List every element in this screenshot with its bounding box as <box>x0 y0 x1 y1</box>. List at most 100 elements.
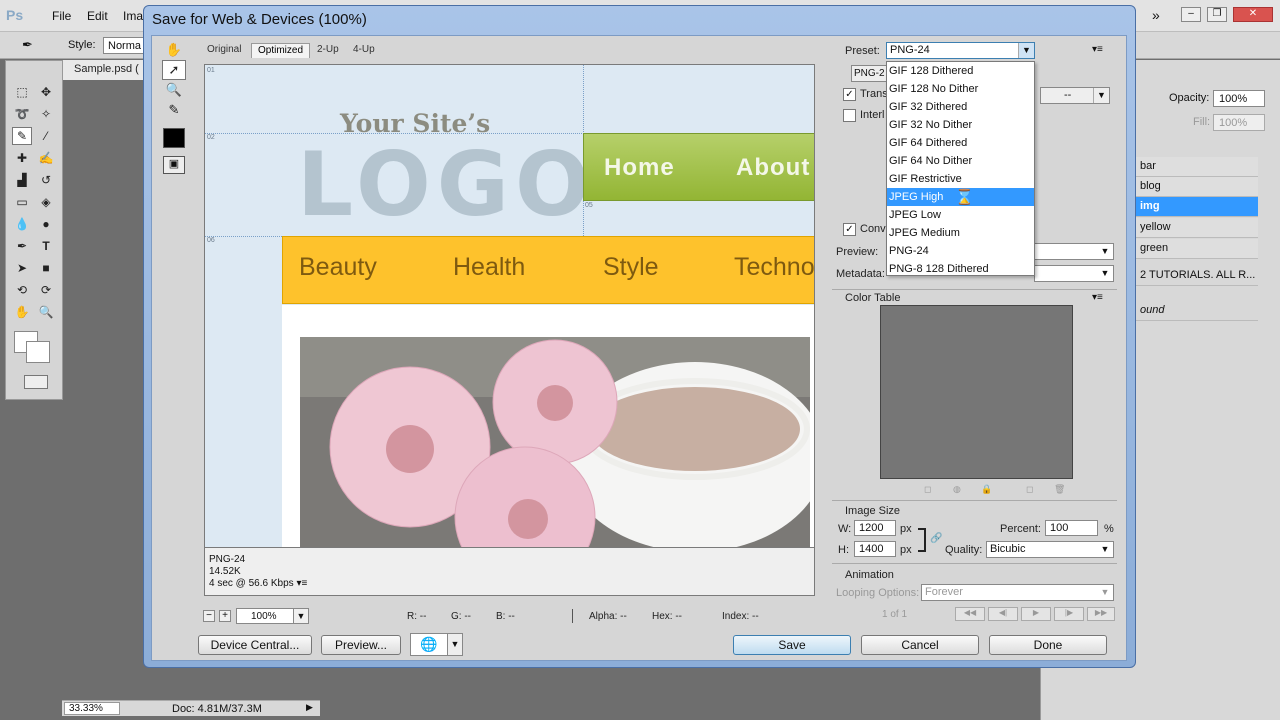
link-icon[interactable]: 🔗 <box>930 533 942 544</box>
preview-mode-select[interactable]: ▼ <box>1034 243 1114 260</box>
layer-row[interactable]: green <box>1130 239 1258 259</box>
browser-dropdown-icon[interactable]: ▼ <box>447 633 463 656</box>
menu-image[interactable]: Ima <box>123 9 143 23</box>
history-brush-icon[interactable]: ↺ <box>36 171 56 189</box>
delete-color-icon[interactable]: 🗑 <box>1054 484 1065 495</box>
opacity-field[interactable]: 100% <box>1213 90 1265 107</box>
preview-mode-dropdown-icon[interactable]: ▼ <box>1097 244 1113 259</box>
paint-bucket-icon[interactable]: ◈ <box>36 193 56 211</box>
eraser-tool-icon[interactable]: ▭ <box>12 193 32 211</box>
tab-optimized[interactable]: Optimized <box>251 43 311 58</box>
fill-field[interactable]: 100% <box>1213 114 1265 131</box>
interlaced-checkbox[interactable] <box>843 109 856 122</box>
preset-option[interactable]: GIF 32 No Dither <box>887 116 1034 134</box>
zoom-dropdown-icon[interactable]: ▼ <box>293 608 309 624</box>
device-central-button[interactable]: Device Central... <box>198 635 312 655</box>
expand-icon[interactable]: » <box>1152 7 1160 23</box>
preset-option[interactable]: GIF 32 Dithered <box>887 98 1034 116</box>
type-tool-icon[interactable]: T <box>36 237 56 255</box>
3d-orbit-icon[interactable]: ⟳ <box>36 281 56 299</box>
quality-dropdown-icon[interactable]: ▼ <box>1097 542 1113 557</box>
matte-select[interactable]: -- ▼ <box>1040 87 1110 104</box>
save-button[interactable]: Save <box>733 635 851 655</box>
play-icon[interactable]: ▶ <box>1021 607 1051 621</box>
status-arrow-icon[interactable]: ▶ <box>306 702 313 713</box>
style-select[interactable]: Norma <box>103 37 147 54</box>
matte-dropdown-icon[interactable]: ▼ <box>1093 88 1109 103</box>
quality-select[interactable]: Bicubic ▼ <box>986 541 1114 558</box>
hand-tool-icon[interactable]: ✋ <box>162 40 186 60</box>
preset-option[interactable]: GIF 64 Dithered <box>887 134 1034 152</box>
dodge-tool-icon[interactable]: ● <box>36 215 56 233</box>
menu-edit[interactable]: Edit <box>87 9 108 23</box>
map-transparent-icon[interactable]: ◻ <box>924 484 931 495</box>
layer-row[interactable]: blog <box>1130 177 1258 197</box>
preset-select[interactable]: PNG-24 ▼ <box>886 42 1035 59</box>
transparency-checkbox[interactable]: ✓ <box>843 88 856 101</box>
shape-tool-icon[interactable]: ■ <box>36 259 56 277</box>
brush-tool-icon[interactable]: ✍ <box>36 149 56 167</box>
menu-file[interactable]: File <box>52 9 71 23</box>
layer-row[interactable]: bar <box>1130 157 1258 177</box>
document-tab[interactable]: Sample.psd ( <box>62 60 147 80</box>
eyedropper-icon[interactable]: ✎ <box>162 100 186 120</box>
preset-option[interactable]: GIF 128 Dithered <box>887 62 1034 80</box>
pen-path-icon[interactable]: ✒ <box>12 237 32 255</box>
layer-row[interactable]: ound <box>1130 301 1258 321</box>
format-select[interactable]: PNG-2 <box>851 65 887 82</box>
convert-srgb-checkbox[interactable]: ✓ <box>843 223 856 236</box>
preset-option[interactable]: GIF 64 No Dither <box>887 152 1034 170</box>
next-frame-icon[interactable]: |▶ <box>1054 607 1084 621</box>
tab-4-up[interactable]: 4-Up <box>347 43 381 58</box>
looping-select[interactable]: Forever ▼ <box>921 584 1114 601</box>
pen-tool-icon[interactable]: ✒ <box>22 37 33 53</box>
preview-button[interactable]: Preview... <box>321 635 401 655</box>
web-shift-icon[interactable]: ◍ <box>953 484 961 495</box>
zoom-tool-icon[interactable]: 🔍 <box>36 303 56 321</box>
ps-zoom-field[interactable]: 33.33% <box>64 702 120 715</box>
new-color-icon[interactable]: ◻ <box>1026 484 1033 495</box>
preset-option[interactable]: JPEG Low <box>887 206 1034 224</box>
first-frame-icon[interactable]: ◀◀ <box>955 607 985 621</box>
lock-color-icon[interactable]: 🔒 <box>981 484 992 495</box>
last-frame-icon[interactable]: ▶▶ <box>1087 607 1115 621</box>
stamp-tool-icon[interactable]: ▟ <box>12 171 32 189</box>
width-field[interactable]: 1200 <box>854 520 896 536</box>
zoom-tool-icon[interactable]: 🔍 <box>162 80 186 100</box>
marquee-tool-icon[interactable]: ⬚ <box>12 83 32 101</box>
metadata-select[interactable]: ▼ <box>1034 265 1114 282</box>
eyedropper-tool-icon[interactable]: ✎ <box>12 127 32 145</box>
healing-brush-icon[interactable]: ✚ <box>12 149 32 167</box>
ps-close-icon[interactable]: ✕ <box>1233 7 1273 22</box>
background-color-swatch[interactable] <box>26 341 50 363</box>
slice-tool-icon[interactable]: ⁄ <box>36 127 56 145</box>
zoom-out-button[interactable]: − <box>203 610 215 622</box>
optimized-preview[interactable]: 01 02 03 05 06 07 08 Your Site’s LOGO Ho… <box>204 64 815 548</box>
minimize-icon[interactable]: – <box>1181 7 1201 22</box>
percent-field[interactable]: 100 <box>1045 520 1098 536</box>
move-tool-icon[interactable]: ✥ <box>36 83 56 101</box>
quick-mask-icon[interactable] <box>24 375 48 389</box>
blur-tool-icon[interactable]: 💧 <box>12 215 32 233</box>
zoom-level-field[interactable]: 100% <box>236 608 294 624</box>
zoom-in-button[interactable]: + <box>219 610 231 622</box>
metadata-dropdown-icon[interactable]: ▼ <box>1097 266 1113 281</box>
color-table[interactable] <box>880 305 1073 479</box>
eyedropper-color-swatch[interactable] <box>163 128 185 148</box>
preset-option[interactable]: JPEG Medium <box>887 224 1034 242</box>
magic-wand-icon[interactable]: ✧ <box>36 105 56 123</box>
path-select-icon[interactable]: ➤ <box>12 259 32 277</box>
layer-row[interactable]: yellow <box>1130 218 1258 238</box>
toggle-slices-icon[interactable]: ▣ <box>163 156 185 174</box>
slice-select-tool-icon[interactable]: ➚ <box>162 60 186 80</box>
tab-original[interactable]: Original <box>201 43 247 58</box>
prev-frame-icon[interactable]: ◀| <box>988 607 1018 621</box>
browser-icon[interactable]: 🌐 <box>410 633 448 656</box>
preset-dropdown-icon[interactable]: ▼ <box>1018 43 1034 58</box>
cancel-button[interactable]: Cancel <box>861 635 979 655</box>
layer-row-selected[interactable]: img <box>1130 197 1258 217</box>
done-button[interactable]: Done <box>989 635 1107 655</box>
color-table-menu-icon[interactable]: ▾≡ <box>1092 292 1103 303</box>
preset-option[interactable]: GIF Restrictive <box>887 170 1034 188</box>
looping-dropdown-icon[interactable]: ▼ <box>1097 585 1113 600</box>
